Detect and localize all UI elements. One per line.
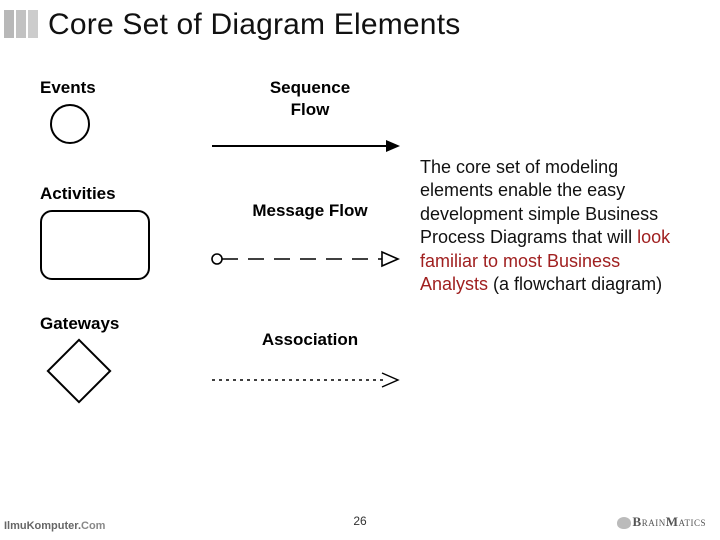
sequence-flow-label-1: Sequence (210, 78, 410, 98)
association-arrow-icon (210, 370, 400, 390)
message-flow-arrow-icon (210, 249, 400, 269)
association-block: Association (210, 330, 410, 395)
events-label: Events (40, 78, 200, 98)
event-circle-icon (50, 104, 90, 144)
slide-title: Core Set of Diagram Elements (48, 8, 460, 42)
decorative-bars (4, 10, 38, 38)
message-flow-block: Message Flow (210, 201, 410, 274)
message-flow-label: Message Flow (210, 201, 410, 221)
bar-icon (28, 10, 38, 38)
brand-m: M (666, 514, 679, 529)
activity-rect-icon (40, 210, 150, 280)
activities-block: Activities (40, 184, 200, 280)
page-number: 26 (353, 514, 366, 528)
bar-icon (16, 10, 26, 38)
footer-right-brand: BRAINMATICS (617, 514, 706, 530)
events-block: Events (40, 78, 200, 144)
activities-label: Activities (40, 184, 200, 204)
brand-rain: RAIN (642, 518, 666, 528)
gateways-label: Gateways (40, 314, 200, 334)
gateway-diamond-icon (46, 338, 111, 403)
gateways-block: Gateways (40, 314, 200, 394)
footer-left-brand: IlmuKomputer.Com (4, 520, 105, 532)
sequence-flow-arrow-icon (210, 136, 400, 156)
slide-header: Core Set of Diagram Elements (0, 0, 720, 42)
footer-brand-name: IlmuKomputer. (4, 520, 81, 532)
para-text-1: The core set of modeling elements enable… (420, 157, 658, 247)
sequence-flow-block: Sequence Flow (210, 78, 410, 161)
footer-brand-suffix: Com (81, 520, 105, 532)
right-column: Sequence Flow Message Flow Association (210, 78, 410, 423)
brain-icon (617, 517, 631, 529)
brand-b: B (633, 514, 642, 529)
association-label: Association (210, 330, 410, 350)
sequence-flow-label-2: Flow (210, 100, 410, 120)
para-text-2: (a flowchart diagram) (488, 274, 662, 294)
brand-atics: ATICS (678, 518, 706, 528)
description-paragraph: The core set of modeling elements enable… (420, 156, 690, 296)
bar-icon (4, 10, 14, 38)
slide-footer: IlmuKomputer.Com 26 BRAINMATICS (0, 506, 720, 532)
left-column: Events Activities Gateways (40, 78, 200, 422)
